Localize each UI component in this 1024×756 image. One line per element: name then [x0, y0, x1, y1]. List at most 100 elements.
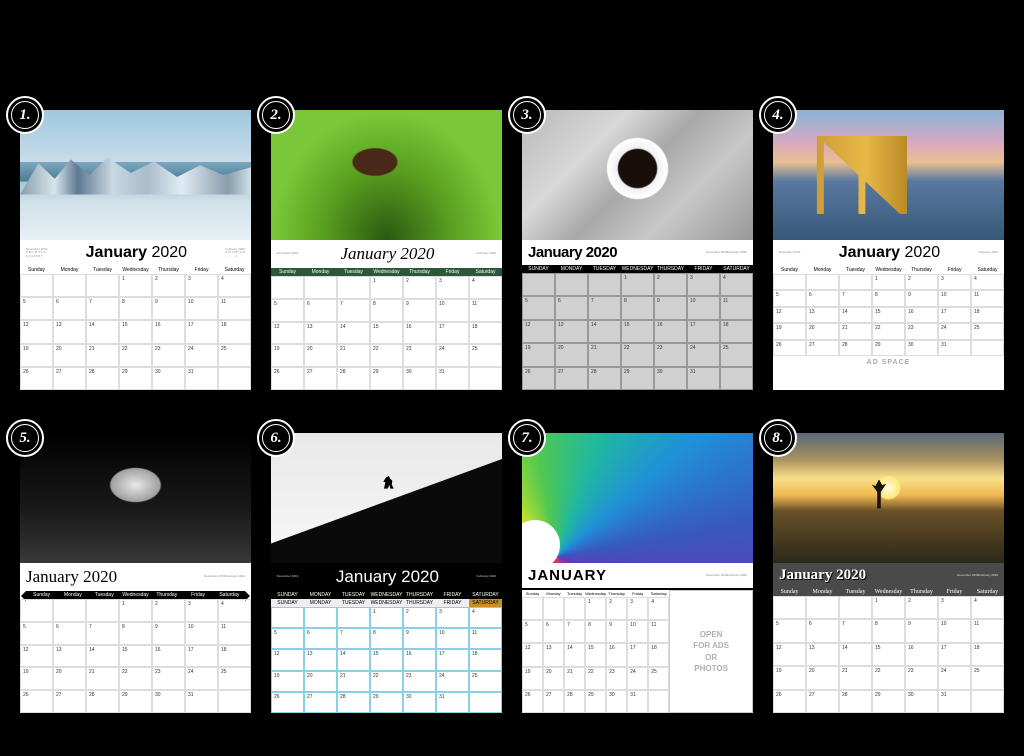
calendar-option-2[interactable]: 2. December 2019 January 2020 February 2… — [271, 110, 502, 413]
weekday-label: Sunday — [271, 268, 304, 276]
date-cell: 2 — [654, 273, 687, 296]
weekday-label: Wednesday — [872, 588, 905, 596]
date-cell: 14 — [86, 320, 119, 343]
weekday-label: MONDAY — [555, 265, 588, 273]
date-cell: 27 — [53, 367, 86, 390]
weekday-label: Friday — [436, 268, 469, 276]
date-cell: 5 — [20, 622, 53, 645]
weekday-label: Friday — [938, 266, 971, 274]
calendar-option-5[interactable]: 5. January 2020 December 2019 February 2… — [20, 433, 251, 736]
weekday-label: TUESDAY — [588, 265, 621, 273]
date-cell: 13 — [806, 643, 839, 666]
weekday-bar: SundayMondayTuesdayWednesdayThursdayFrid… — [773, 588, 1004, 596]
month-title: January 2020 — [800, 244, 978, 262]
weekday-label: Thursday — [905, 588, 938, 596]
date-cell: 15 — [585, 643, 606, 666]
date-cell: 20 — [806, 666, 839, 689]
date-cell: 1 — [872, 596, 905, 619]
date-cell: 1 — [370, 607, 403, 628]
date-cell: 11 — [648, 620, 669, 643]
weekday-label: WEDNESDAY — [621, 265, 654, 273]
date-cell: 3 — [436, 276, 469, 299]
date-cell: 6 — [53, 622, 86, 645]
calendar-card: January 2020 December 2019 February 2020… — [20, 433, 251, 713]
date-cell: 5 — [271, 299, 304, 322]
calendar-image-ram-silhouette — [271, 433, 502, 563]
date-cell: 9 — [654, 296, 687, 319]
date-cell: 13 — [53, 320, 86, 343]
weekday-label: WEDNESDAY — [370, 599, 403, 607]
date-cell — [53, 599, 86, 622]
date-cell: 24 — [627, 667, 648, 690]
weekday-label: Thursday — [151, 591, 182, 599]
calendar-option-1[interactable]: 1. December 2019S M T W T F S1 2 3 4 5 6… — [20, 110, 251, 413]
weekday-bar-row1: SUNDAYMONDAYTUESDAYWEDNESDAYTHURSDAYFRID… — [271, 591, 502, 599]
date-cell — [304, 276, 337, 299]
date-cell: 1 — [119, 599, 152, 622]
calendar-option-8[interactable]: 8. January 2020 December 2019 February 2… — [773, 433, 1004, 736]
date-cell — [522, 273, 555, 296]
date-cell: 1 — [621, 273, 654, 296]
date-cell: 29 — [585, 690, 606, 713]
weekday-label: Tuesday — [89, 591, 120, 599]
date-cell: 12 — [522, 320, 555, 343]
number-badge: 8. — [759, 419, 797, 457]
calendar-option-4[interactable]: 4. December 2019 January 2020 February 2… — [773, 110, 1004, 413]
weekday-label: Wednesday — [585, 590, 606, 597]
date-cell: 9 — [152, 622, 185, 645]
date-cell — [806, 596, 839, 619]
date-cell: 17 — [938, 643, 971, 666]
date-cell: 10 — [436, 628, 469, 649]
date-cell: 3 — [627, 597, 648, 620]
date-cell: 8 — [370, 299, 403, 322]
weekday-bar: SundayMondayTuesdayWednesdayThursdayFrid… — [20, 266, 251, 274]
date-grid: 1234567891011121314151617181920212223242… — [773, 274, 1004, 356]
weekday-label: Sunday — [20, 266, 53, 274]
date-cell: 27 — [806, 340, 839, 356]
calendar-option-3[interactable]: 3. January 2020 December 2019 February 2… — [522, 110, 753, 413]
date-cell: 7 — [588, 296, 621, 319]
number-badge: 5. — [6, 419, 44, 457]
month-title: January 2020 — [47, 244, 225, 262]
date-cell: 7 — [839, 290, 872, 306]
date-cell: 23 — [606, 667, 627, 690]
date-cell: 10 — [436, 299, 469, 322]
date-cell: 3 — [185, 274, 218, 297]
date-cell: 11 — [218, 297, 251, 320]
date-cell: 20 — [555, 343, 588, 366]
date-cell: 23 — [152, 344, 185, 367]
date-cell: 6 — [806, 619, 839, 642]
date-cell: 16 — [152, 320, 185, 343]
date-cell: 28 — [588, 367, 621, 390]
date-cell: 23 — [403, 344, 436, 367]
calendar-option-6[interactable]: 6. December 2019 January 2020 February 2… — [271, 433, 502, 736]
date-cell: 28 — [337, 692, 370, 713]
date-cell: 16 — [654, 320, 687, 343]
date-cell: 31 — [185, 690, 218, 713]
date-cell: 4 — [218, 599, 251, 622]
date-cell: 31 — [436, 367, 469, 390]
date-cell: 21 — [588, 343, 621, 366]
date-cell: 17 — [436, 322, 469, 345]
date-cell: 24 — [436, 344, 469, 367]
number-badge: 1. — [6, 96, 44, 134]
date-cell: 17 — [185, 645, 218, 668]
date-cell: 30 — [403, 692, 436, 713]
number-badge: 6. — [257, 419, 295, 457]
date-cell: 30 — [606, 690, 627, 713]
weekday-label: Tuesday — [839, 588, 872, 596]
date-cell: 5 — [522, 620, 543, 643]
date-grid: 1234567891011121314151617181920212223242… — [20, 274, 251, 390]
month-title: January 2020 — [528, 244, 706, 261]
date-cell: 15 — [872, 643, 905, 666]
date-cell: 4 — [648, 597, 669, 620]
date-cell: 13 — [304, 322, 337, 345]
date-cell: 24 — [687, 343, 720, 366]
date-cell: 15 — [370, 649, 403, 670]
weekday-label: SUNDAY — [522, 265, 555, 273]
calendar-option-7[interactable]: 7. JANUARY December 2019 February 2020 S… — [522, 433, 753, 736]
badge-number: 1. — [11, 101, 39, 129]
date-cell: 18 — [971, 307, 1004, 323]
date-cell: 12 — [20, 320, 53, 343]
date-cell: 23 — [905, 666, 938, 689]
